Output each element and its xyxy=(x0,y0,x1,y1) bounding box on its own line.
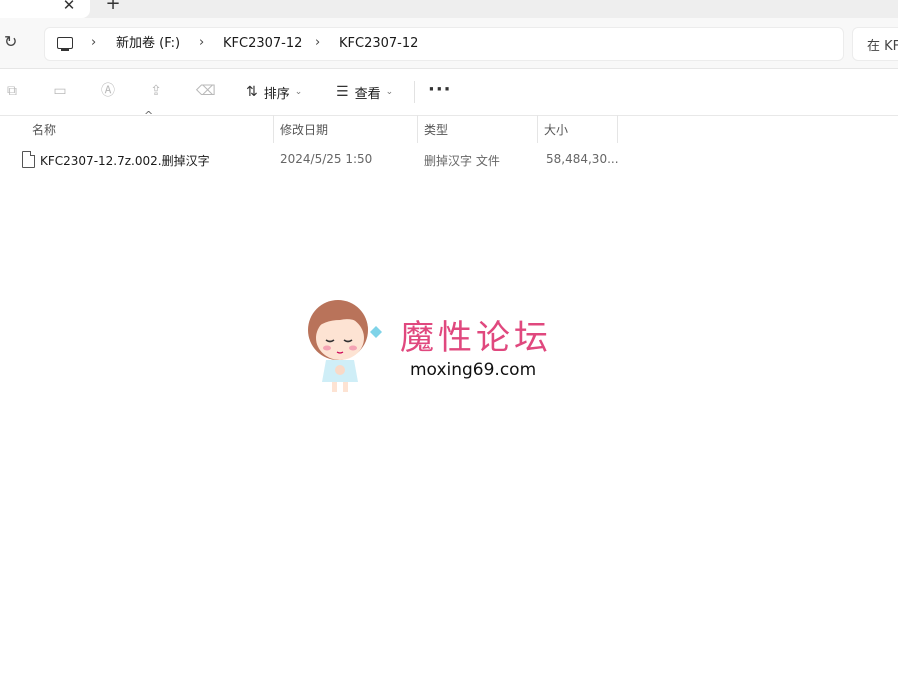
chevron-right-icon[interactable]: › xyxy=(91,34,96,52)
column-header-name[interactable]: 名称 xyxy=(32,121,56,138)
chevron-down-icon: ⌄ xyxy=(294,87,303,97)
column-divider[interactable] xyxy=(617,115,618,143)
toolbar-divider xyxy=(414,81,415,103)
search-box[interactable]: 在 KF xyxy=(852,27,898,61)
watermark: 魔性论坛 moxing69.com xyxy=(300,290,580,400)
column-divider[interactable] xyxy=(417,115,418,143)
chevron-down-icon: ⌄ xyxy=(385,87,394,97)
view-icon: ☰ xyxy=(336,84,349,100)
view-label: 查看 xyxy=(354,86,381,102)
file-date: 2024/5/25 1:50 xyxy=(280,152,373,166)
command-bar: ⧉ ▭ Ⓐ ⇪ ⌫ ⇅ 排序 ⌄ ☰ 查看 ⌄ ··· xyxy=(0,69,898,116)
file-name: KFC2307-12.7z.002.删掉汉字 xyxy=(40,154,210,168)
new-tab-icon[interactable]: + xyxy=(104,0,122,13)
active-tab[interactable]: ✕ xyxy=(0,0,90,18)
column-header-row: ^ 名称 修改日期 类型 大小 xyxy=(0,109,898,143)
address-bar[interactable]: › 新加卷 (F:) › KFC2307-12 › KFC2307-12 xyxy=(44,27,844,61)
column-divider[interactable] xyxy=(273,115,274,143)
file-icon xyxy=(22,151,35,168)
delete-icon[interactable]: ⌫ xyxy=(196,83,216,99)
column-header-type[interactable]: 类型 xyxy=(424,121,448,138)
paste-icon[interactable]: ▭ xyxy=(52,83,68,99)
close-tab-icon[interactable]: ✕ xyxy=(60,0,78,14)
this-pc-icon[interactable] xyxy=(57,37,73,51)
watermark-url: moxing69.com xyxy=(410,360,537,380)
address-bar-row: ↻ › 新加卷 (F:) › KFC2307-12 › KFC2307-12 在… xyxy=(0,18,898,69)
sort-label: 排序 xyxy=(263,86,290,102)
breadcrumb-folder-1[interactable]: KFC2307-12 xyxy=(223,35,302,53)
column-header-size[interactable]: 大小 xyxy=(544,121,568,138)
column-header-date[interactable]: 修改日期 xyxy=(280,121,328,138)
tab-strip: ✕ + xyxy=(0,0,898,18)
file-row[interactable]: KFC2307-12.7z.002.删掉汉字 2024/5/25 1:50 删掉… xyxy=(0,146,898,172)
breadcrumb-folder-2[interactable]: KFC2307-12 xyxy=(339,35,418,53)
sort-ascending-icon: ^ xyxy=(144,109,154,122)
file-type: 删掉汉字 文件 xyxy=(424,154,500,168)
rename-icon[interactable]: Ⓐ xyxy=(100,83,116,99)
more-options-icon[interactable]: ··· xyxy=(428,79,452,100)
column-divider[interactable] xyxy=(537,115,538,143)
breadcrumb-drive[interactable]: 新加卷 (F:) xyxy=(116,35,180,53)
refresh-icon[interactable]: ↻ xyxy=(4,32,17,52)
sort-button[interactable]: ⇅ 排序 ⌄ xyxy=(246,81,302,103)
watermark-title: 魔性论坛 xyxy=(400,318,552,358)
file-size: 58,484,30... xyxy=(546,152,619,166)
sort-icon: ⇅ xyxy=(246,84,258,100)
chevron-right-icon[interactable]: › xyxy=(315,34,320,52)
search-placeholder: 在 KF xyxy=(867,39,898,54)
copy-icon[interactable]: ⧉ xyxy=(4,83,20,99)
view-button[interactable]: ☰ 查看 ⌄ xyxy=(336,81,393,103)
chevron-right-icon[interactable]: › xyxy=(199,34,204,52)
share-icon[interactable]: ⇪ xyxy=(148,83,164,99)
mascot-logo xyxy=(308,300,382,392)
